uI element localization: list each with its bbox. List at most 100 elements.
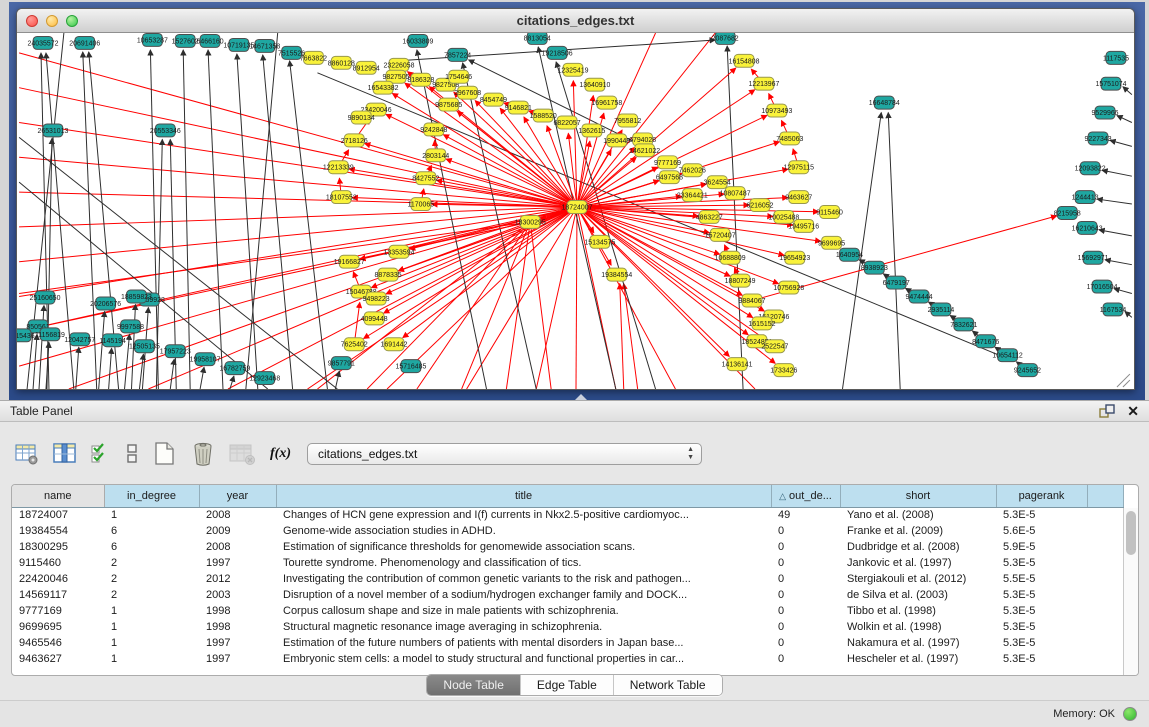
graph-node[interactable]: 12923468 [249,372,280,385]
graph-node[interactable]: 7462026 [679,164,706,177]
row-panel-button[interactable] [124,442,140,466]
graph-node[interactable]: 2935114 [928,303,955,316]
graph-node[interactable]: 2718126 [341,134,368,147]
network-view[interactable]: 1872400776638228860128891295423226058982… [17,33,1134,389]
graph-node[interactable]: 24035572 [28,36,59,49]
zoom-window-button[interactable] [66,15,78,27]
graph-node[interactable]: 2967608 [454,86,481,99]
table-row[interactable]: 977716911998Corpus callosum shape and si… [12,603,1124,619]
column-visibility-button[interactable] [52,442,78,466]
graph-node[interactable]: 15720407 [705,228,736,241]
graph-node[interactable]: 9699695 [818,236,845,249]
graph-node[interactable]: 8860128 [328,56,355,69]
window-resize-grip[interactable] [1123,380,1130,387]
graph-node[interactable]: 9227343 [1085,132,1112,145]
table-row[interactable]: 1938455462009Genome-wide association stu… [12,523,1124,539]
graph-node[interactable]: 9498223 [363,292,390,305]
graph-node[interactable]: 9884067 [738,294,765,307]
table-row[interactable]: 946362711997Embryonic stem cells: a mode… [12,651,1124,667]
table-row[interactable]: 1830029562008Estimation of significance … [12,539,1124,555]
graph-node[interactable]: 9146821 [505,101,532,114]
graph-node[interactable]: 12975115 [784,161,815,174]
graph-node[interactable]: 1362615 [578,124,605,137]
graph-node[interactable]: 16782759 [219,362,250,375]
graph-node[interactable]: 12213967 [748,77,779,90]
column-header-in-degree[interactable]: in_degree [104,485,199,507]
graph-node[interactable]: 1527602 [172,34,199,47]
graph-node[interactable]: 8878335 [375,268,402,281]
graph-node[interactable]: 1170065 [408,198,435,211]
graph-node[interactable]: 1990448 [603,134,630,147]
graph-node[interactable]: 19654923 [779,251,810,264]
graph-node[interactable]: 9242848 [420,123,447,136]
graph-node[interactable]: 9463627 [785,191,812,204]
graph-node[interactable]: 8912954 [353,61,380,74]
table-row[interactable]: 1872400712008Changes of HCN gene express… [12,507,1124,523]
graph-node[interactable]: 9997588 [117,320,144,333]
table-row[interactable]: 911546021997Tourette syndrome. Phenomeno… [12,555,1124,571]
graph-node[interactable]: 1754646 [445,70,472,83]
graph-node[interactable]: 7857224 [444,48,471,61]
graph-node[interactable]: 15751074 [1096,77,1127,90]
graph-node[interactable]: 1117535 [1103,51,1129,64]
close-window-button[interactable] [26,15,38,27]
graph-node[interactable]: 8471676 [972,335,999,348]
graph-node[interactable]: 12213339 [323,161,354,174]
column-header-short[interactable]: short [840,485,996,507]
graph-node[interactable]: 19384554 [601,268,632,281]
table-row[interactable]: 969969511998Structural magnetic resonanc… [12,619,1124,635]
table-options-button[interactable] [14,442,40,466]
graph-node[interactable]: 8938923 [861,261,888,274]
table-vertical-scrollbar[interactable] [1123,508,1138,675]
graph-node[interactable]: 12325419 [558,63,589,76]
graph-node[interactable]: 15692971 [1078,251,1109,264]
memory-status-indicator[interactable] [1123,707,1137,721]
graph-node[interactable]: 2803144 [422,149,449,162]
graph-node[interactable]: 16154808 [729,54,760,67]
window-resize-grip[interactable] [1117,374,1130,387]
tab-node-table[interactable]: Node Table [427,675,521,695]
graph-node[interactable]: 8215958 [1054,207,1081,220]
scrollbar-thumb[interactable] [1126,511,1136,555]
graph-node[interactable]: 19958107 [190,353,221,366]
graph-node[interactable]: 2522547 [761,340,788,353]
graph-node[interactable]: 23364421 [677,189,708,202]
network-window-titlebar[interactable]: citations_edges.txt [17,9,1134,33]
graph-node[interactable]: 7515526 [278,46,305,59]
graph-node[interactable]: 7955812 [614,114,641,127]
column-header-out-degree[interactable]: △out_de... [771,485,840,507]
graph-node[interactable]: 17016504 [1087,280,1118,293]
graph-node[interactable]: 6479197 [883,276,910,289]
table-row[interactable]: 1456911722003Disruption of a novel membe… [12,587,1124,603]
column-header-name[interactable]: name [12,485,104,507]
graph-node[interactable]: 9777169 [654,156,681,169]
graph-node[interactable]: 10654112 [992,349,1023,362]
graph-node[interactable]: 20553346 [150,124,181,137]
graph-node[interactable]: 10688809 [715,251,746,264]
graph-node[interactable]: 15716485 [395,360,426,373]
graph-node[interactable]: 3624554 [704,176,731,189]
close-panel-icon[interactable]: ✕ [1127,403,1139,419]
graph-node[interactable]: 1733426 [770,364,797,377]
graph-node[interactable]: 2087682 [712,33,739,44]
graph-node[interactable]: 7832621 [950,318,977,331]
graph-node[interactable]: 18107552 [326,191,357,204]
tab-edge-table[interactable]: Edge Table [521,675,614,695]
graph-node[interactable]: 7485063 [776,132,803,145]
graph-node[interactable]: 6822057 [554,116,581,129]
graph-node[interactable]: 4099448 [361,312,388,325]
graph-node[interactable]: 1145194 [99,334,126,347]
graph-node[interactable]: 7625402 [341,338,368,351]
graph-node[interactable]: 1691442 [380,338,407,351]
float-panel-icon[interactable] [1098,403,1115,419]
graph-node[interactable]: 8454749 [480,93,507,106]
function-builder-button[interactable]: f(x) [270,446,291,462]
graph-node[interactable]: 9245652 [1014,364,1041,377]
select-all-checks-button[interactable] [90,442,112,466]
table-row[interactable]: 2242004622012Investigating the contribut… [12,571,1124,587]
graph-node[interactable]: 12093822 [1075,162,1106,175]
graph-node[interactable]: 13640910 [579,78,610,91]
minimize-window-button[interactable] [46,15,58,27]
graph-node[interactable]: 19166827 [334,255,365,268]
graph-node[interactable]: 10973493 [761,104,792,117]
